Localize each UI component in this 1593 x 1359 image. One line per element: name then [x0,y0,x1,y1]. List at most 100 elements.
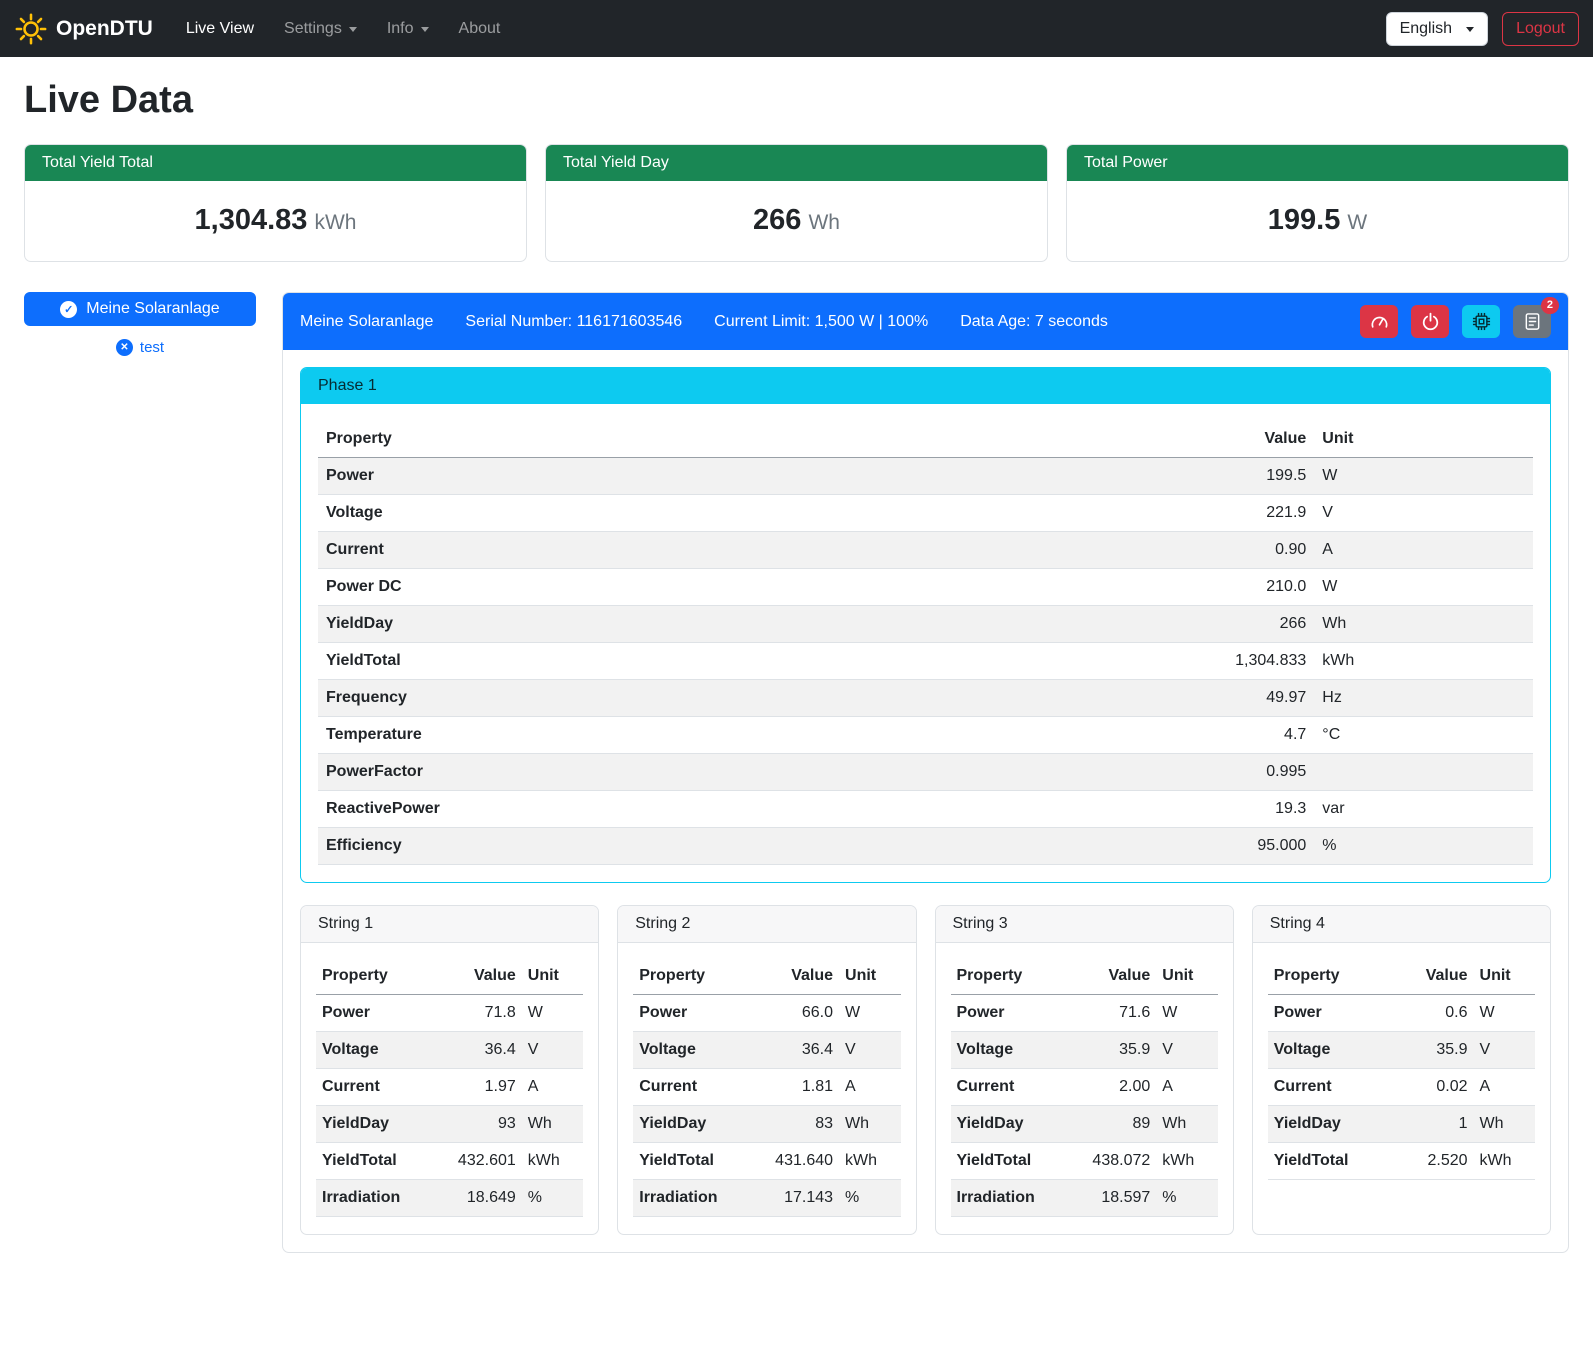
cell-unit: Wh [839,1106,900,1143]
event-log-button[interactable]: 2 [1513,305,1551,338]
logout-button[interactable]: Logout [1502,12,1579,46]
navbar: OpenDTU Live View Settings Info About En… [0,0,1593,57]
language-select[interactable]: English [1386,12,1488,46]
nav-item-settings-label: Settings [284,20,342,38]
cell-property: YieldDay [1268,1106,1386,1143]
table-row: Efficiency95.000% [318,828,1533,865]
cell-value: 210.0 [1071,569,1314,606]
card-title: Total Yield Day [546,145,1047,181]
table-row: Voltage36.4V [633,1032,900,1069]
chevron-down-icon [1466,27,1474,32]
table-row: Irradiation17.143% [633,1180,900,1217]
cell-unit: kWh [1156,1143,1217,1180]
cell-property: Current [318,532,1071,569]
cell-unit: kWh [1314,643,1533,680]
table-row: Irradiation18.649% [316,1180,583,1217]
cell-unit: Hz [1314,680,1533,717]
nav-item-info[interactable]: Info [372,12,444,46]
nav-item-about-label: About [459,20,501,38]
cell-property: Power [633,995,751,1032]
inverter-select-button[interactable]: ✓ Meine Solaranlage [24,292,256,326]
cell-value: 35.9 [1068,1032,1156,1069]
table-row: YieldTotal432.601kWh [316,1143,583,1180]
navbar-right: English Logout [1386,12,1579,46]
cell-value: 66.0 [751,995,839,1032]
nav-item-about[interactable]: About [444,12,516,46]
cell-value: 438.072 [1068,1143,1156,1180]
cell-unit: W [1474,995,1535,1032]
cell-unit: V [1474,1032,1535,1069]
cell-value: 0.6 [1385,995,1473,1032]
event-count-badge: 2 [1541,297,1559,314]
cell-value: 36.4 [751,1032,839,1069]
cell-property: Temperature [318,717,1071,754]
phase-table-body: Power199.5WVoltage221.9VCurrent0.90APowe… [318,458,1533,865]
power-button[interactable] [1411,305,1449,338]
cell-unit: W [839,995,900,1032]
inverter-panel-body: Phase 1 Property Value Unit [283,350,1568,1252]
strings-grid: String 1 Property Value Unit [300,905,1551,1235]
table-row: YieldDay83Wh [633,1106,900,1143]
string-table: Property Value Unit Power71.6WVoltage35.… [951,958,1218,1217]
content-row: ✓ Meine Solaranlage ✕ test Meine Solaran… [24,292,1569,1253]
column-header-value: Value [1068,958,1156,995]
column-header-property: Property [318,421,1071,458]
column-header-value: Value [434,958,522,995]
inverter-item-test[interactable]: ✕ test [24,339,256,356]
cell-value: 19.3 [1071,791,1314,828]
device-info-button[interactable] [1462,305,1500,338]
cell-value: 49.97 [1071,680,1314,717]
cell-value: 2.00 [1068,1069,1156,1106]
cell-property: YieldDay [951,1106,1069,1143]
cell-unit: kWh [839,1143,900,1180]
total-yield-total-card: Total Yield Total 1,304.83kWh [24,144,527,262]
cell-value: 266 [1071,606,1314,643]
cpu-icon [1472,312,1491,331]
table-row: YieldDay266Wh [318,606,1533,643]
cell-property: Voltage [316,1032,434,1069]
cell-unit: Wh [1474,1106,1535,1143]
cell-property: Voltage [318,495,1071,532]
cell-value: 431.640 [751,1143,839,1180]
nav-item-live-view[interactable]: Live View [171,12,269,46]
column-header-unit: Unit [839,958,900,995]
cell-value: 95.000 [1071,828,1314,865]
cell-unit: W [1314,458,1533,495]
cell-unit: V [1314,495,1533,532]
cell-property: Power [318,458,1071,495]
data-age: Data Age: 7 seconds [960,313,1108,331]
limit-settings-button[interactable] [1360,305,1398,338]
nav-item-settings[interactable]: Settings [269,12,372,46]
string-table-body: Power0.6WVoltage35.9VCurrent0.02AYieldDa… [1268,995,1535,1180]
cell-property: PowerFactor [318,754,1071,791]
cell-value: 0.995 [1071,754,1314,791]
cell-value: 0.02 [1385,1069,1473,1106]
brand[interactable]: OpenDTU [14,12,153,46]
table-row: Voltage35.9V [951,1032,1218,1069]
table-row: Power199.5W [318,458,1533,495]
table-row: Power DC210.0W [318,569,1533,606]
string-table-body: Power71.6WVoltage35.9VCurrent2.00AYieldD… [951,995,1218,1217]
column-header-property: Property [951,958,1069,995]
table-header-row: Property Value Unit [951,958,1218,995]
cell-property: YieldTotal [633,1143,751,1180]
string-card-body: Property Value Unit Power71.6WVoltage35.… [936,943,1233,1234]
cell-property: Voltage [633,1032,751,1069]
cell-value: 17.143 [751,1180,839,1217]
cell-value: 71.8 [434,995,522,1032]
cell-unit: % [1156,1180,1217,1217]
cell-unit: % [1314,828,1533,865]
total-yield-day-value: 266 [753,204,801,236]
cell-value: 432.601 [434,1143,522,1180]
string-card-title: String 3 [936,906,1233,943]
cell-property: Voltage [951,1032,1069,1069]
column-header-property: Property [316,958,434,995]
table-row: Power0.6W [1268,995,1535,1032]
table-row: Current0.02A [1268,1069,1535,1106]
table-row: YieldTotal1,304.833kWh [318,643,1533,680]
cell-unit: kWh [522,1143,583,1180]
table-row: YieldTotal431.640kWh [633,1143,900,1180]
string-1-card: String 1 Property Value Unit [300,905,599,1235]
cell-unit: W [1314,569,1533,606]
inverter-name: Meine Solaranlage [300,313,433,331]
